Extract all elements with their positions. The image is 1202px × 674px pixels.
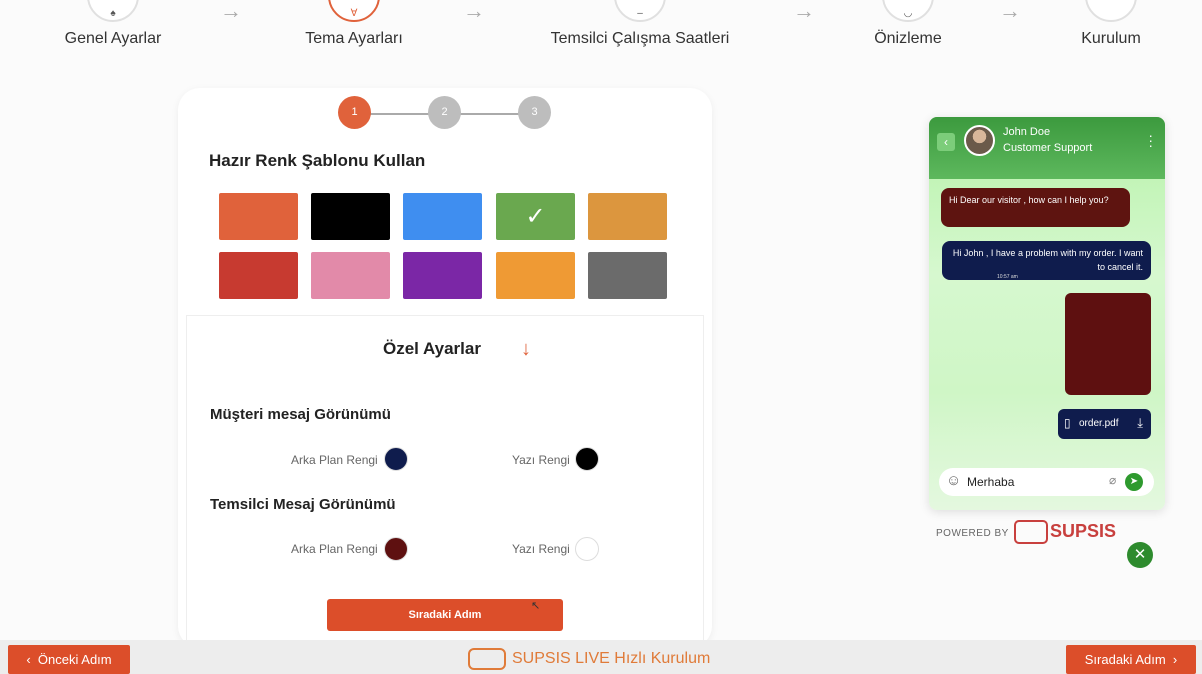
chat-widget-preview: ‹ John Doe Customer Support · · · Hi Dear …	[929, 117, 1165, 510]
document-icon: ▯	[1064, 416, 1071, 430]
attachment-icon[interactable]: ⌀	[1109, 473, 1116, 487]
arrow-right-icon: →	[463, 0, 485, 23]
step-label: Temsilci Çalışma Saatleri	[550, 30, 730, 47]
customer-bg-label: Arka Plan Rengi	[291, 453, 378, 467]
file-attachment[interactable]: ▯ order.pdf ⤓	[1058, 409, 1151, 439]
swatch-black[interactable]	[311, 193, 390, 240]
message-input[interactable]: Merhaba	[967, 475, 1014, 489]
agent-avatar	[964, 125, 995, 156]
bottom-bar: ‹ Önceki Adım SUPSIS LIVE Hızlı Kurulum …	[0, 640, 1202, 674]
more-options-icon[interactable]: · · ·	[1148, 128, 1153, 152]
supsis-logo: SUPSIS	[1014, 520, 1116, 544]
swatch-green[interactable]: ✓	[496, 193, 575, 240]
previous-step-label: Önceki Adım	[37, 652, 112, 667]
brand-text: SUPSIS LIVE Hızlı Kurulum	[512, 650, 711, 668]
swatch-red[interactable]	[219, 252, 298, 299]
check-icon: ✓	[525, 203, 546, 230]
customer-message-title: Müşteri mesaj Görünümü	[210, 406, 391, 423]
emoji-icon[interactable]: ☺	[946, 472, 961, 489]
sub-step-1[interactable]: 1	[338, 96, 371, 129]
step-label: Genel Ayarlar	[64, 30, 162, 47]
customer-bg-color-picker[interactable]	[384, 447, 408, 471]
wizard-steps: ♠ Genel Ayarlar → ∀ Tema Ayarları → – Te…	[0, 0, 1202, 60]
swatch-amber[interactable]	[588, 193, 667, 240]
arrow-right-icon: →	[999, 0, 1021, 23]
agent-text-label: Yazı Rengi	[512, 542, 570, 556]
arrow-down-icon[interactable]: ↓	[521, 338, 531, 361]
send-icon[interactable]: ➤	[1125, 473, 1143, 491]
customer-text-label: Yazı Rengi	[512, 453, 570, 467]
chat-header: ‹ John Doe Customer Support · · ·	[929, 117, 1165, 179]
sub-step-2[interactable]: 2	[428, 96, 461, 129]
supsis-logo-text: SUPSIS	[1050, 520, 1117, 541]
customer-message-bubble: Hi John , I have a problem with my order…	[942, 241, 1151, 280]
agent-message-title: Temsilci Mesaj Görünümü	[210, 496, 396, 513]
swatch-orange[interactable]	[219, 193, 298, 240]
supsis-logo-icon	[1014, 520, 1048, 544]
swatch-light-orange[interactable]	[496, 252, 575, 299]
file-name: order.pdf	[1079, 418, 1119, 429]
previous-step-button[interactable]: ‹ Önceki Adım	[8, 645, 130, 674]
swatch-gray[interactable]	[588, 252, 667, 299]
agent-bg-color-picker[interactable]	[384, 537, 408, 561]
step-label: Tema Ayarları	[305, 30, 403, 47]
brand-title: SUPSIS LIVE Hızlı Kurulum	[468, 648, 710, 670]
back-icon[interactable]: ‹	[937, 133, 955, 151]
agent-name: John Doe	[1003, 126, 1051, 138]
agent-role: Customer Support	[1003, 142, 1093, 154]
chat-input-bar[interactable]: ☺ Merhaba ⌀ ➤	[939, 468, 1154, 496]
palette-icon: ∀	[350, 8, 358, 19]
agent-message-bubble: Hi Dear our visitor , how can I help you…	[941, 188, 1130, 227]
custom-settings-title[interactable]: Özel Ayarlar	[383, 339, 481, 359]
agent-text-color-picker[interactable]	[575, 537, 599, 561]
powered-by-text: POWERED BY	[936, 528, 1009, 539]
bell-icon: ♠	[110, 8, 116, 19]
template-section-title: Hazır Renk Şablonu Kullan	[209, 151, 426, 170]
step-circle: –	[614, 0, 666, 22]
clock-icon: –	[637, 8, 643, 19]
step-circle: ◡	[882, 0, 934, 22]
close-icon[interactable]: ✕	[1127, 542, 1153, 568]
swatch-purple[interactable]	[403, 252, 482, 299]
step-circle: ♠	[87, 0, 139, 22]
mouse-cursor-icon: ↖	[531, 600, 541, 612]
download-icon[interactable]: ⤓	[1137, 415, 1143, 431]
step-label: Kurulum	[1081, 30, 1141, 47]
next-step-bottom-button[interactable]: Sıradaki Adım ›	[1066, 645, 1196, 674]
eye-icon: ◡	[903, 8, 913, 19]
step-circle: ∀	[328, 0, 380, 22]
arrow-right-icon: →	[793, 0, 815, 23]
arrow-right-icon: →	[220, 0, 242, 23]
step-circle	[1085, 0, 1137, 22]
next-step-label: Sıradaki Adım	[1084, 652, 1166, 667]
next-step-button[interactable]: Sıradaki Adım	[327, 599, 563, 631]
message-timestamp: 10:57 am	[997, 274, 1018, 280]
sub-step-indicator: 1 2 3	[338, 96, 552, 130]
customer-text-color-picker[interactable]	[575, 447, 599, 471]
theme-settings-card: 1 2 3 Hazır Renk Şablonu Kullan ✓ Özel A…	[178, 88, 712, 648]
supsis-brand-icon	[468, 648, 506, 670]
custom-settings-panel: Özel Ayarlar ↓ Müşteri mesaj Görünümü Ar…	[186, 315, 704, 640]
agent-bg-label: Arka Plan Rengi	[291, 542, 378, 556]
sub-step-3[interactable]: 3	[518, 96, 551, 129]
swatch-pink[interactable]	[311, 252, 390, 299]
image-attachment[interactable]	[1065, 293, 1151, 395]
swatch-blue[interactable]	[403, 193, 482, 240]
